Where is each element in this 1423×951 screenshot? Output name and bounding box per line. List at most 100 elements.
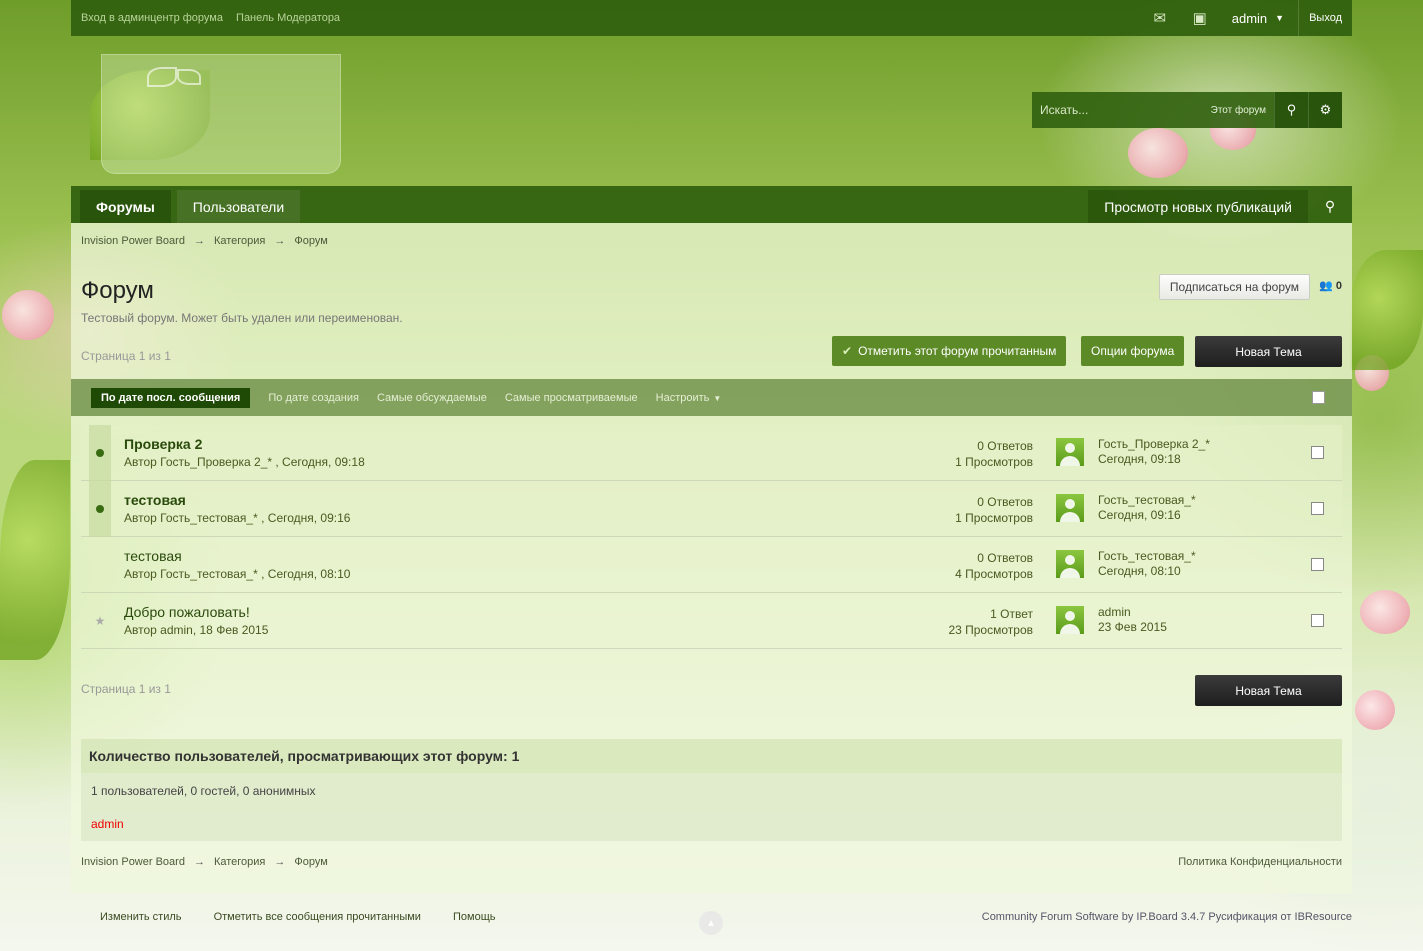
avatar-body <box>1060 624 1080 634</box>
copyright[interactable]: Community Forum Software by IP.Board 3.4… <box>982 911 1352 923</box>
logout-link[interactable]: Выход <box>1298 0 1342 36</box>
select-all-checkbox[interactable] <box>1312 391 1325 404</box>
topic-title[interactable]: Проверка 2 <box>124 436 202 452</box>
new-content-link[interactable]: Просмотр новых публикаций <box>1088 190 1308 223</box>
breadcrumb-forum[interactable]: Форум <box>294 235 327 247</box>
forum-options-button[interactable]: Опции форума <box>1081 336 1185 366</box>
last-post-user[interactable]: Гость_Проверка 2_* <box>1098 437 1210 452</box>
avatar-body <box>1060 512 1080 522</box>
last-post-user[interactable]: Гость_тестовая_* <box>1098 549 1196 564</box>
arrow-right-icon: → <box>193 235 205 247</box>
logo-leaf <box>147 67 177 87</box>
forum-header: Форум Тестовый форум. Может быть удален … <box>81 259 1342 329</box>
mark-all-read-link[interactable]: Отметить все сообщения прочитанными <box>214 911 421 923</box>
subscribe-button[interactable]: Подписаться на форум <box>1158 274 1310 300</box>
breadcrumb-category[interactable]: Категория <box>214 235 265 247</box>
online-user-link[interactable]: admin <box>91 817 1332 831</box>
blossom-decoration <box>1355 690 1395 730</box>
location-pin-icon[interactable]: ⚲ <box>1308 190 1352 223</box>
change-style-link[interactable]: Изменить стиль <box>100 911 182 923</box>
last-post-date[interactable]: Сегодня, 08:10 <box>1098 564 1196 579</box>
envelope-icon[interactable]: ✉ <box>1140 0 1180 36</box>
tab-forums[interactable]: Форумы <box>80 190 171 223</box>
mod-cp-link[interactable]: Панель Модератора <box>236 12 340 24</box>
checkmark-icon: ✔ <box>842 344 853 358</box>
leaf-decoration <box>1350 250 1423 370</box>
help-link[interactable]: Помощь <box>453 911 496 923</box>
last-post-user[interactable]: Гость_тестовая_* <box>1098 493 1196 508</box>
topic-replies: 1 Ответ <box>990 607 1033 621</box>
breadcrumb-forum[interactable]: Форум <box>294 856 327 868</box>
last-post-user[interactable]: admin <box>1098 605 1167 620</box>
main-content: Invision Power Board → Категория → Форум… <box>71 223 1352 893</box>
avatar-head <box>1065 443 1075 453</box>
row-checkbox[interactable] <box>1311 558 1324 571</box>
filter-most-replies[interactable]: Самые обсуждаемые <box>377 392 487 404</box>
unread-marker[interactable] <box>89 481 111 537</box>
user-menu[interactable]: admin ▼ <box>1220 11 1298 26</box>
back-to-top-icon[interactable]: ▲ <box>699 911 723 935</box>
admin-cp-link[interactable]: Вход в админцентр форума <box>81 12 223 24</box>
gear-icon[interactable]: ⚙ <box>1308 92 1342 128</box>
online-users-panel: Количество пользователей, просматривающи… <box>81 739 1342 841</box>
topic-stats: 0 Ответов 1 Просмотров <box>955 438 1033 470</box>
users-icon: 👥 <box>1319 280 1333 292</box>
avatar[interactable] <box>1056 494 1084 522</box>
topic-title[interactable]: Добро пожаловать! <box>124 604 250 620</box>
topic-list: Проверка 2 Автор Гость_Проверка 2_* , Се… <box>81 425 1342 649</box>
logo[interactable] <box>101 54 341 174</box>
filter-last-post[interactable]: По дате посл. сообщения <box>91 387 251 408</box>
filter-customize[interactable]: Настроить ▼ <box>656 392 722 404</box>
topic-replies: 0 Ответов <box>977 439 1033 453</box>
new-topic-button[interactable]: Новая Тема <box>1195 336 1342 367</box>
followers-count[interactable]: 👥 0 <box>1319 279 1342 292</box>
header: Искать... Этот форум ⚲ ⚙ <box>71 36 1352 186</box>
topic-meta: Автор Гость_тестовая_* , Сегодня, 08:10 <box>124 567 351 581</box>
primary-nav: Форумы Пользователи Просмотр новых публи… <box>71 186 1352 223</box>
sort-filter-bar: По дате посл. сообщения По дате создания… <box>71 379 1352 416</box>
topic-stats: 1 Ответ 23 Просмотров <box>948 606 1033 638</box>
tab-users[interactable]: Пользователи <box>176 190 301 223</box>
topic-stats: 0 Ответов 4 Просмотров <box>955 550 1033 582</box>
online-users-title: Количество пользователей, просматривающи… <box>81 739 1342 773</box>
privacy-policy-link[interactable]: Политика Конфиденциальности <box>1178 856 1342 868</box>
mark-read-button[interactable]: ✔ Отметить этот форум прочитанным <box>832 336 1067 366</box>
star-icon: ★ <box>94 614 106 628</box>
filter-start-date[interactable]: По дате создания <box>268 392 359 404</box>
breadcrumb-home[interactable]: Invision Power Board <box>81 235 185 247</box>
top-toolbar: Страница 1 из 1 ✔ Отметить этот форум пр… <box>81 329 1342 379</box>
contact-card-icon[interactable]: ▣ <box>1180 0 1220 36</box>
userbar-right: ✉ ▣ admin ▼ Выход <box>1140 0 1342 36</box>
topic-stats: 0 Ответов 1 Просмотров <box>955 494 1033 526</box>
last-post-date[interactable]: 23 Фев 2015 <box>1098 620 1167 635</box>
topic-title[interactable]: тестовая <box>124 492 186 508</box>
last-post-date[interactable]: Сегодня, 09:18 <box>1098 452 1210 467</box>
search-bar: Искать... Этот форум ⚲ ⚙ <box>1032 92 1342 128</box>
row-checkbox[interactable] <box>1311 502 1324 515</box>
breadcrumb-bottom: Invision Power Board → Категория → Форум… <box>81 841 1342 883</box>
followers-value: 0 <box>1335 280 1342 292</box>
breadcrumb-home[interactable]: Invision Power Board <box>81 856 185 868</box>
last-post-date[interactable]: Сегодня, 09:16 <box>1098 508 1196 523</box>
new-topic-button[interactable]: Новая Тема <box>1195 675 1342 706</box>
topic-title[interactable]: тестовая <box>124 548 182 564</box>
breadcrumb-category[interactable]: Категория <box>214 856 265 868</box>
avatar-head <box>1065 555 1075 565</box>
unread-marker[interactable] <box>89 425 111 481</box>
avatar[interactable] <box>1056 438 1084 466</box>
avatar[interactable] <box>1056 550 1084 578</box>
search-input[interactable]: Искать... <box>1032 92 1203 128</box>
topic-meta: Автор admin, 18 Фев 2015 <box>124 623 269 637</box>
avatar-body <box>1060 568 1080 578</box>
footer-links: Изменить стиль Отметить все сообщения пр… <box>71 911 496 923</box>
search-scope[interactable]: Этот форум <box>1203 92 1274 128</box>
avatar-head <box>1065 499 1075 509</box>
avatar[interactable] <box>1056 606 1084 634</box>
row-checkbox[interactable] <box>1311 614 1324 627</box>
topic-meta: Автор Гость_тестовая_* , Сегодня, 09:16 <box>124 511 351 525</box>
pagination: Страница 1 из 1 <box>81 682 171 696</box>
search-icon[interactable]: ⚲ <box>1274 92 1308 128</box>
row-checkbox[interactable] <box>1311 446 1324 459</box>
filter-most-views[interactable]: Самые просматриваемые <box>505 392 638 404</box>
topic-views: 1 Просмотров <box>955 455 1033 469</box>
